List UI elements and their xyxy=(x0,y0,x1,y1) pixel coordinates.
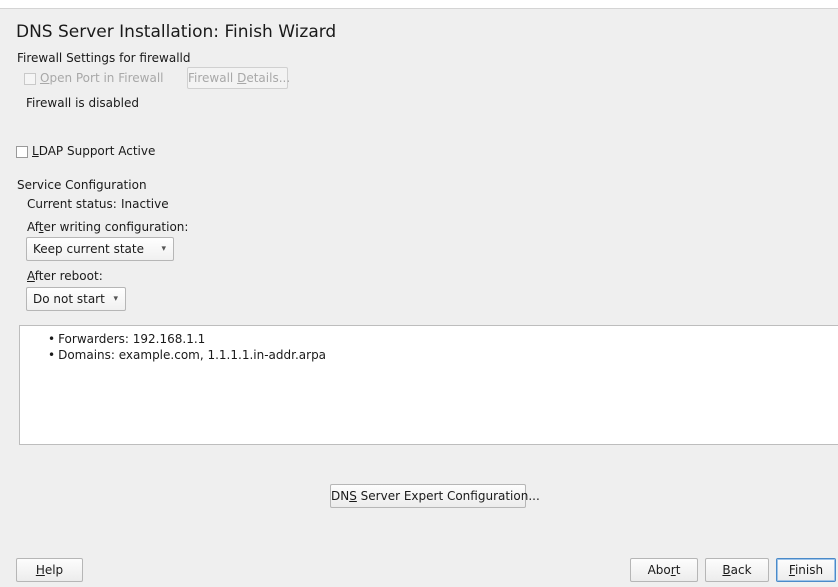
page-title: DNS Server Installation: Finish Wizard xyxy=(16,22,337,42)
chevron-down-icon: ▾ xyxy=(161,244,166,254)
summary-item: Domains: example.com, 1.1.1.1.in-addr.ar… xyxy=(48,347,326,363)
after-reboot-combo-value: Do not start xyxy=(33,292,105,306)
open-port-checkbox[interactable] xyxy=(24,73,36,85)
after-writing-label: After writing configuration: xyxy=(27,220,189,234)
after-writing-combo[interactable]: Keep current state ▾ xyxy=(26,237,174,261)
ldap-support-label: LDAP Support Active xyxy=(32,144,156,158)
chevron-down-icon: ▾ xyxy=(113,294,118,304)
service-section-label: Service Configuration xyxy=(17,178,147,192)
current-status-value: Inactive xyxy=(121,197,169,211)
summary-item: Forwarders: 192.168.1.1 xyxy=(48,331,326,347)
firewall-details-button[interactable]: Firewall Details... xyxy=(187,67,290,89)
firewall-status-text: Firewall is disabled xyxy=(26,96,139,110)
after-reboot-label: After reboot: xyxy=(27,269,103,283)
firewall-section-label: Firewall Settings for firewalld xyxy=(17,51,191,65)
back-button[interactable]: Back xyxy=(705,558,769,582)
window-top-edge xyxy=(0,0,838,9)
dns-expert-configuration-button[interactable]: DNS Server Expert Configuration... xyxy=(330,484,540,508)
open-port-label: Open Port in Firewall xyxy=(40,71,164,85)
ldap-support-checkbox[interactable] xyxy=(16,146,28,158)
finish-button[interactable]: Finish xyxy=(776,558,836,582)
abort-button[interactable]: Abort xyxy=(630,558,698,582)
summary-richtext: Forwarders: 192.168.1.1 Domains: example… xyxy=(19,325,838,445)
after-writing-combo-value: Keep current state xyxy=(33,242,144,256)
current-status-label: Current status: xyxy=(27,197,117,211)
help-button[interactable]: Help xyxy=(16,558,83,582)
after-reboot-combo[interactable]: Do not start ▾ xyxy=(26,287,126,311)
